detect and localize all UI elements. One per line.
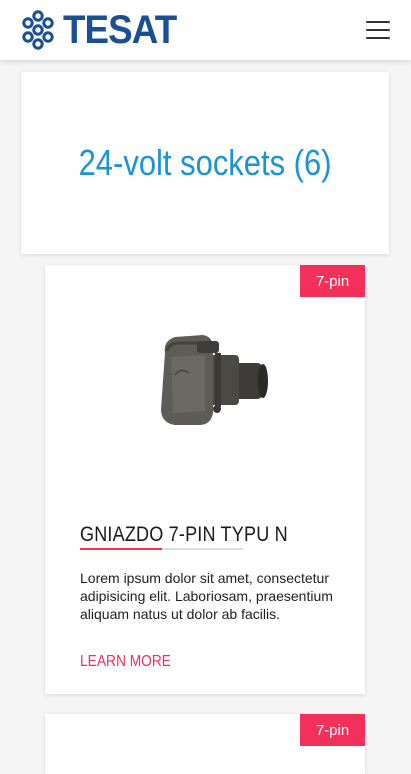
product-description: Lorem ipsum dolor sit amet, consectetur … — [80, 570, 333, 622]
tesat-dots-logo-icon — [22, 10, 54, 50]
page-title: 24-volt sockets (6) — [78, 142, 332, 183]
logo[interactable]: TESAT — [19, 10, 186, 50]
logo-text: TESAT — [63, 8, 177, 52]
learn-more-link[interactable]: LEARN MORE — [80, 653, 171, 671]
product-name[interactable]: GNIAZDO 7-PIN TYPU N — [80, 523, 288, 547]
socket-product-image — [161, 335, 268, 425]
hamburger-menu-icon[interactable] — [362, 16, 394, 44]
product-card[interactable]: 7-pin — [45, 714, 365, 774]
product-card[interactable]: 7-pin GNIAZDO 7-PIN TYPU N Lorem ipsum d… — [45, 265, 365, 694]
name-underline-accent — [80, 548, 162, 550]
category-title-card: 24-volt sockets (6) — [21, 72, 389, 254]
pin-badge: 7-pin — [300, 714, 365, 746]
pin-badge: 7-pin — [300, 265, 365, 297]
site-header: TESAT — [0, 0, 411, 60]
